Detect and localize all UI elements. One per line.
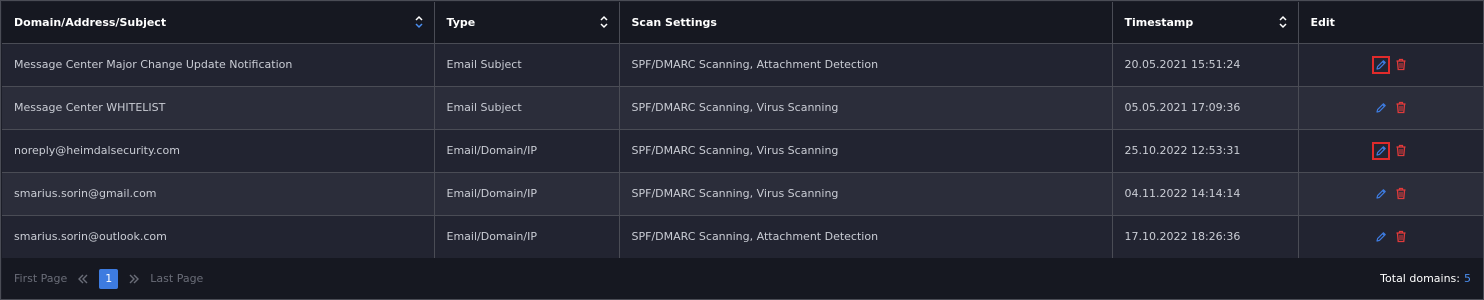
- table-header-row: Domain/Address/Subject Type Scan Setting…: [2, 2, 1483, 44]
- cell-type: Email Subject: [434, 86, 620, 130]
- page-number-current[interactable]: 1: [99, 268, 119, 289]
- double-chevron-left-icon[interactable]: [77, 274, 89, 284]
- cell-scan-settings: SPF/DMARC Scanning, Attachment Detection: [619, 215, 1113, 259]
- column-label: Type: [446, 15, 476, 29]
- sort-arrows-icon[interactable]: [599, 15, 609, 29]
- cell-timestamp: 25.10.2022 12:53:31: [1112, 129, 1299, 173]
- cell-edit: [1298, 172, 1483, 216]
- cell-edit: [1298, 86, 1483, 130]
- trash-icon[interactable]: [1392, 56, 1410, 74]
- table-row: Message Center Major Change Update Notif…: [2, 43, 1483, 87]
- trash-icon[interactable]: [1392, 185, 1410, 203]
- column-label: Scan Settings: [631, 15, 717, 29]
- cell-subject: Message Center WHITELIST: [2, 86, 435, 130]
- table-row: smarius.sorin@gmail.com Email/Domain/IP SP…: [2, 172, 1483, 216]
- column-header-timestamp[interactable]: Timestamp: [1112, 2, 1299, 44]
- column-label: Timestamp: [1124, 15, 1194, 29]
- pencil-icon[interactable]: [1372, 185, 1390, 203]
- cell-timestamp: 05.05.2021 17:09:36: [1112, 86, 1299, 130]
- cell-edit: [1298, 43, 1483, 87]
- cell-subject: smarius.sorin@outlook.com: [2, 215, 435, 259]
- pencil-icon[interactable]: [1371, 55, 1390, 74]
- sort-arrows-icon[interactable]: [1278, 15, 1288, 29]
- cell-timestamp: 17.10.2022 18:26:36: [1112, 215, 1299, 259]
- column-header-subject[interactable]: Domain/Address/Subject: [2, 2, 435, 44]
- column-label: Edit: [1310, 15, 1335, 29]
- column-header-edit: Edit: [1298, 2, 1483, 44]
- table-row: smarius.sorin@outlook.com Email/Domain/IP…: [2, 215, 1483, 259]
- column-label: Domain/Address/Subject: [14, 15, 167, 29]
- pencil-icon[interactable]: [1372, 99, 1390, 117]
- pencil-icon[interactable]: [1371, 141, 1390, 160]
- cell-type: Email/Domain/IP: [434, 172, 620, 216]
- last-page-link[interactable]: Last Page: [150, 272, 203, 285]
- trash-icon[interactable]: [1392, 99, 1410, 117]
- pagination: First Page 1 Last Page: [14, 268, 203, 289]
- table-row: noreply@heimdalsecurity.com Email/Domain/…: [2, 129, 1483, 173]
- cell-type: Email/Domain/IP: [434, 215, 620, 259]
- double-chevron-right-icon[interactable]: [128, 274, 140, 284]
- cell-edit: [1298, 215, 1483, 259]
- total-domains-count: 5: [1464, 272, 1471, 285]
- column-header-scan-settings: Scan Settings: [619, 2, 1113, 44]
- trash-icon[interactable]: [1392, 142, 1410, 160]
- sort-arrows-icon[interactable]: [414, 15, 424, 29]
- total-domains: Total domains: 5: [1380, 272, 1471, 285]
- total-domains-label: Total domains:: [1380, 272, 1460, 285]
- table-footer: First Page 1 Last Page Total domains: 5: [2, 258, 1483, 299]
- cell-timestamp: 04.11.2022 14:14:14: [1112, 172, 1299, 216]
- cell-type: Email/Domain/IP: [434, 129, 620, 173]
- cell-edit: [1298, 129, 1483, 173]
- cell-subject: Message Center Major Change Update Notif…: [2, 43, 435, 87]
- cell-subject: smarius.sorin@gmail.com: [2, 172, 435, 216]
- cell-scan-settings: SPF/DMARC Scanning, Virus Scanning: [619, 129, 1113, 173]
- cell-type: Email Subject: [434, 43, 620, 87]
- domains-table: Domain/Address/Subject Type Scan Setting…: [2, 2, 1483, 259]
- cell-scan-settings: SPF/DMARC Scanning, Virus Scanning: [619, 86, 1113, 130]
- table-row: Message Center WHITELIST Email Subject SPF…: [2, 86, 1483, 130]
- first-page-link[interactable]: First Page: [14, 272, 67, 285]
- domains-table-panel: Domain/Address/Subject Type Scan Setting…: [0, 0, 1484, 300]
- column-header-type[interactable]: Type: [434, 2, 620, 44]
- trash-icon[interactable]: [1392, 228, 1410, 246]
- pencil-icon[interactable]: [1372, 228, 1390, 246]
- cell-scan-settings: SPF/DMARC Scanning, Virus Scanning: [619, 172, 1113, 216]
- cell-scan-settings: SPF/DMARC Scanning, Attachment Detection: [619, 43, 1113, 87]
- cell-subject: noreply@heimdalsecurity.com: [2, 129, 435, 173]
- cell-timestamp: 20.05.2021 15:51:24: [1112, 43, 1299, 87]
